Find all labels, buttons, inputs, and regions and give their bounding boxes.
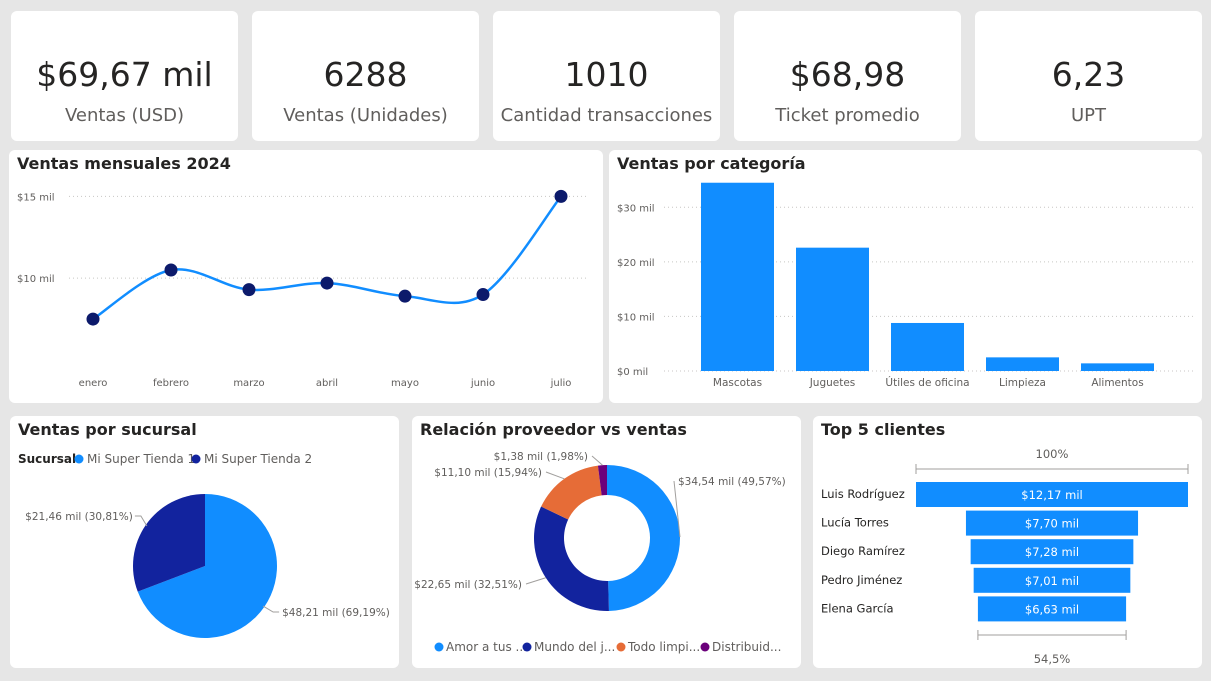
bar	[1081, 363, 1154, 371]
funnel-category-label: Diego Ramírez	[821, 544, 905, 558]
data-point	[164, 263, 178, 277]
funnel-value-label: $6,63 mil	[1025, 602, 1079, 616]
legend-label: Mundo del j...	[534, 640, 615, 654]
data-point	[320, 276, 334, 290]
x-tick-label: Mascotas	[713, 377, 762, 389]
data-label: $48,21 mil (69,19%)	[282, 607, 390, 619]
kpi-label: UPT	[1070, 105, 1107, 126]
funnel-value-label: $7,70 mil	[1025, 517, 1079, 531]
data-label: $1,38 mil (1,98%)	[494, 451, 588, 463]
donut-slice	[534, 506, 609, 611]
x-tick-label: Limpieza	[999, 377, 1046, 389]
x-tick-label: Alimentos	[1091, 377, 1143, 389]
y-tick-label: $20 mil	[617, 258, 655, 269]
x-tick-label: enero	[79, 378, 108, 389]
leader-line	[262, 605, 280, 613]
y-tick-label: $10 mil	[617, 312, 655, 323]
funnel-value-label: $7,01 mil	[1025, 574, 1079, 588]
funnel-category-label: Lucía Torres	[821, 516, 889, 530]
kpi-label: Ventas (Unidades)	[283, 105, 448, 126]
kpi-card-sales-units[interactable]: 6288 Ventas (Unidades)	[252, 11, 479, 141]
kpi-card-avg-ticket[interactable]: $68,98 Ticket promedio	[734, 11, 961, 141]
category-sales-chart[interactable]: $0 mil $10 mil $20 mil $30 mil Mascotas Jugue…	[609, 150, 1202, 403]
kpi-value: 6,23	[1051, 55, 1126, 94]
legend-title: Sucursal	[18, 452, 76, 466]
leader-line	[591, 455, 603, 466]
data-label: $21,46 mil (30,81%)	[25, 511, 133, 523]
x-tick-label: febrero	[153, 378, 189, 389]
kpi-label: Cantidad transacciones	[500, 105, 713, 126]
monthly-sales-panel[interactable]: Ventas mensuales 2024 $10 mil $15 mil ener…	[9, 150, 603, 403]
funnel-value-label: $12,17 mil	[1021, 488, 1083, 502]
legend-marker	[434, 642, 444, 652]
funnel-category-label: Luis Rodríguez	[821, 487, 905, 501]
supplier-sales-panel[interactable]: Relación proveedor vs ventas $34,54 mil …	[412, 416, 801, 668]
leader-line	[525, 577, 546, 585]
legend-marker	[74, 454, 84, 464]
bar	[796, 247, 869, 371]
legend-marker	[616, 642, 626, 652]
leader-line	[134, 515, 148, 527]
x-tick-label: junio	[470, 378, 495, 389]
x-tick-label: Juguetes	[809, 377, 856, 389]
y-tick-label: $0 mil	[617, 367, 648, 378]
kpi-value: $68,98	[789, 55, 906, 94]
legend-label: Mi Super Tienda 2	[204, 452, 312, 466]
data-point	[242, 283, 256, 297]
kpi-label: Ventas (USD)	[64, 105, 185, 126]
y-tick-label: $10 mil	[17, 274, 55, 285]
legend-marker	[522, 642, 532, 652]
y-tick-label: $30 mil	[617, 203, 655, 214]
data-point	[476, 288, 490, 302]
monthly-sales-chart[interactable]: $10 mil $15 mil enero febrero marzo abril mayo…	[9, 150, 603, 403]
category-sales-panel[interactable]: Ventas por categoría $0 mil $10 mil $20 mi…	[609, 150, 1202, 403]
branch-sales-panel[interactable]: Ventas por sucursal Sucursal Mi Super Tie…	[10, 416, 399, 668]
legend-marker	[191, 454, 201, 464]
data-point	[86, 312, 100, 326]
kpi-value: $69,67 mil	[36, 55, 213, 94]
branch-sales-chart[interactable]: Sucursal Mi Super Tienda 1 Mi Super Tienda…	[10, 416, 399, 668]
legend-label: Todo limpi...	[627, 640, 700, 654]
supplier-sales-chart[interactable]: $34,54 mil (49,57%) $22,65 mil (32,51%) $1…	[412, 416, 801, 668]
funnel-category-label: Pedro Jiménez	[821, 573, 902, 587]
donut-slice	[607, 465, 680, 611]
funnel-bottom-label: 54,5%	[1034, 652, 1071, 666]
funnel-top-label: 100%	[1036, 447, 1069, 461]
x-tick-label: mayo	[391, 378, 419, 389]
series-line	[92, 195, 562, 321]
kpi-value: 6288	[323, 55, 408, 94]
funnel-value-label: $7,28 mil	[1025, 545, 1079, 559]
x-tick-label: abril	[316, 378, 338, 389]
y-tick-label: $15 mil	[17, 192, 55, 203]
x-tick-label: julio	[550, 378, 572, 389]
kpi-value: 1010	[564, 55, 649, 94]
bar	[701, 182, 774, 371]
x-tick-label: marzo	[233, 378, 264, 389]
legend-label: Distribuid...	[712, 640, 781, 654]
kpi-card-transactions[interactable]: 1010 Cantidad transacciones	[493, 11, 720, 141]
x-tick-label: Útiles de oficina	[885, 376, 969, 389]
data-point	[554, 189, 568, 203]
kpi-card-sales-usd[interactable]: $69,67 mil Ventas (USD)	[11, 11, 238, 141]
funnel-category-label: Elena García	[821, 601, 894, 615]
legend-label: Mi Super Tienda 1	[87, 452, 195, 466]
data-label: $22,65 mil (32,51%)	[414, 579, 522, 591]
legend-label: Amor a tus ...	[446, 640, 527, 654]
kpi-label: Ticket promedio	[775, 105, 920, 126]
data-label: $34,54 mil (49,57%)	[678, 476, 786, 488]
leader-line	[545, 471, 565, 480]
bar	[986, 357, 1059, 371]
kpi-card-upt[interactable]: 6,23 UPT	[975, 11, 1202, 141]
data-label: $11,10 mil (15,94%)	[434, 467, 542, 479]
data-point	[398, 289, 412, 303]
legend-marker	[700, 642, 710, 652]
top-clients-panel[interactable]: Top 5 clientes 100% $12,17 mil Luis Rodríg…	[813, 416, 1202, 668]
top-clients-chart[interactable]: 100% $12,17 mil Luis Rodríguez $7,70 mil Luc…	[813, 416, 1202, 668]
bar	[891, 322, 964, 371]
